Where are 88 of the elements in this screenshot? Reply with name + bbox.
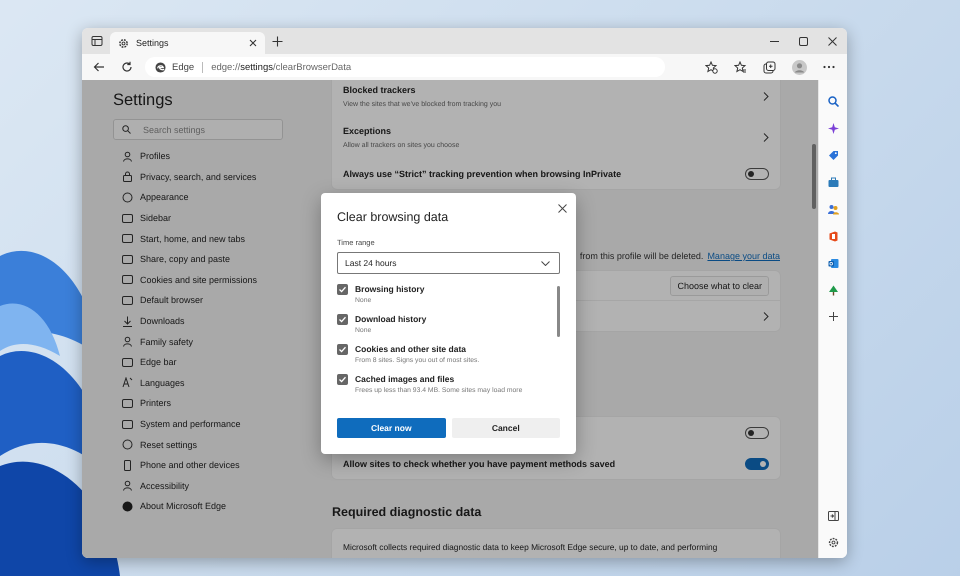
settings-icon [118,38,129,48]
search-icon[interactable] [828,96,838,107]
clear-now-button[interactable]: Clear now [337,418,446,438]
close-icon[interactable] [249,39,257,47]
favorites-icon[interactable] [734,60,747,74]
star-gear-icon[interactable] [705,60,718,74]
site-label: Edge [172,62,194,72]
toggle-switch[interactable] [745,458,769,470]
description-text: from this profile will be deleted. [580,251,704,261]
toolbox-icon[interactable] [828,177,838,188]
search-icon [122,125,131,134]
setting-title: Blocked trackers [343,85,417,95]
office-icon[interactable] [828,231,838,242]
setting-title: Allow sites to check whether you have payment methods saved [343,458,616,468]
dialog-title: Clear browsing data [337,210,448,224]
settings-icon[interactable] [828,537,838,548]
nav-item[interactable]: Printers [113,393,176,414]
address-field[interactable]: Edge edge://settings/clearBrowserData [145,57,665,77]
nav-item[interactable]: Privacy, search, and services [113,166,260,188]
nav-item[interactable]: Cookies and site permissions [113,270,262,290]
phone-icon [122,460,133,471]
maximize-icon[interactable] [799,36,808,46]
option-label: Browsing history [355,284,424,294]
description-text: Microsoft collects required diagnostic data to keep Microsoft Edge secure, up to date, and performing [343,542,718,552]
option-label: Download history [355,314,426,324]
url-text: edge://settings/clearBrowserData [211,62,352,72]
checkbox[interactable] [337,314,348,325]
chevron-right-icon[interactable] [763,133,769,142]
new-tab-icon[interactable] [272,36,283,46]
nav-item[interactable]: Downloads [113,310,189,332]
nav-item[interactable]: Edge bar [113,352,181,373]
refresh-icon[interactable] [121,61,133,73]
checkbox[interactable] [337,344,348,355]
nav-item[interactable]: Appearance [113,187,193,208]
back-arrow-icon[interactable] [93,61,105,73]
cancel-button[interactable]: Cancel [452,418,560,438]
chevron-right-icon[interactable] [763,312,769,320]
scrollbar-thumb[interactable] [812,144,816,209]
panel-icon[interactable] [828,511,838,521]
toggle-switch[interactable] [745,426,769,438]
tag-icon[interactable] [828,150,838,161]
more-options-icon[interactable] [823,65,835,69]
section-heading: Required diagnostic data [332,505,482,519]
profile-icon [122,150,133,162]
avatar-icon[interactable] [792,60,807,74]
settings-title: Settings [113,91,173,110]
checkbox[interactable] [337,374,348,385]
nav-item[interactable]: About Microsoft Edge [113,496,230,517]
chevron-down-icon [541,260,550,266]
nav-item[interactable]: Family safety [113,331,198,352]
nav-item[interactable]: Phone and other devices [113,454,244,476]
plus-icon[interactable] [828,312,838,321]
checkbox[interactable] [337,284,348,295]
tree-icon[interactable] [828,285,838,296]
languages-icon [122,377,133,388]
collections-icon[interactable] [763,60,776,74]
download-icon [122,316,133,327]
nav-item[interactable]: Accessibility [113,476,194,496]
time-range-dropdown[interactable]: Last 24 hours [337,252,560,274]
setting-title: Always use “Strict” tracking prevention when browsing InPrivate [343,168,622,178]
people-icon[interactable] [828,204,838,215]
option-label: Cookies and other site data [355,344,467,354]
toggle-switch[interactable] [745,168,769,180]
nav-item[interactable]: Start, home, and new tabs [113,228,250,249]
family-icon [122,336,133,348]
browser-tab[interactable]: Settings [110,32,265,54]
scrollbar-thumb[interactable] [557,286,560,337]
nav-item[interactable]: Default browser [113,290,208,311]
sparkle-icon[interactable] [828,123,838,134]
close-icon[interactable] [828,36,837,46]
choose-what-to-clear-button[interactable]: Choose what to clear [670,276,769,296]
chevron-right-icon[interactable] [763,92,769,101]
manage-data-link[interactable]: Manage your data [707,251,780,261]
nav-item[interactable]: Reset settings [113,434,202,455]
nav-item[interactable]: Share, copy and paste [113,248,234,270]
mail-icon[interactable] [828,258,838,269]
nav-item[interactable]: Profiles [113,146,174,167]
accessibility-icon [122,480,133,492]
tab-actions-icon[interactable] [91,35,103,47]
lock-icon [122,171,133,182]
search-field[interactable]: Search settings [113,119,283,140]
panel-icon [122,212,133,224]
option-label: Cached images and files [355,374,456,384]
nav-item[interactable]: Languages [113,372,189,394]
nav-item[interactable]: Sidebar [113,208,176,228]
nav-item[interactable]: System and performance [113,414,245,434]
setting-title: Exceptions [343,126,392,136]
close-icon[interactable] [558,204,567,213]
